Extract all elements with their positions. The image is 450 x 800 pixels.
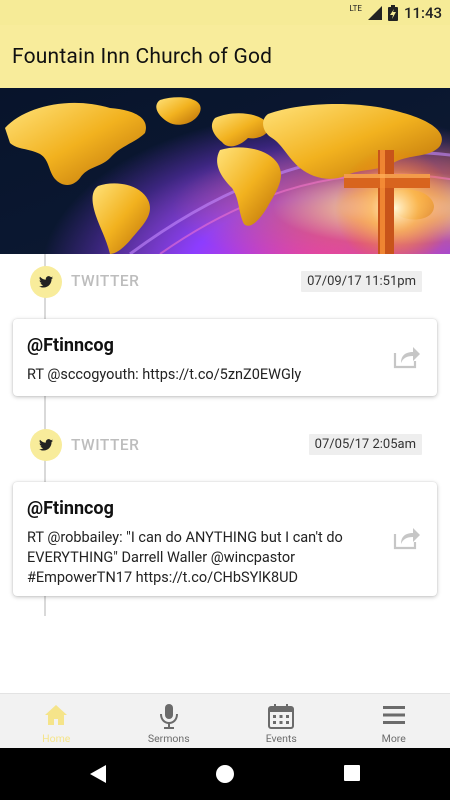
tweet-handle: @Ftinncog	[27, 498, 114, 519]
twitter-icon	[39, 276, 53, 288]
clock: 11:43	[403, 4, 442, 22]
hero-banner	[0, 88, 450, 254]
nav-home-label: Home	[42, 732, 71, 745]
recents-icon[interactable]	[343, 764, 361, 782]
tweet-text: RT @robbailey: "I can do ANYTHING but I …	[27, 529, 343, 586]
nav-events-label: Events	[265, 732, 297, 745]
twitter-badge	[30, 266, 62, 298]
page-title: Fountain Inn Church of God	[12, 45, 273, 69]
tweet-handle: @Ftinncog	[27, 335, 114, 356]
system-navigation-bar	[0, 748, 450, 800]
world-map-cross-image	[5, 97, 450, 254]
home-circle-icon[interactable]	[215, 764, 235, 784]
nav-more-label: More	[381, 732, 406, 745]
tweet-text: RT @sccogyouth: https://t.co/5znZ0EWGly	[27, 366, 302, 383]
calendar-icon	[268, 704, 295, 729]
network-type: LTE	[349, 3, 362, 13]
menu-icon	[382, 706, 405, 724]
twitter-badge	[30, 429, 62, 461]
nav-home[interactable]: Home	[0, 694, 113, 748]
battery-icon	[387, 5, 398, 21]
nav-events[interactable]: Events	[225, 694, 338, 748]
nav-sermons-label: Sermons	[147, 732, 190, 745]
twitter-icon	[39, 439, 53, 451]
feed-date: 07/09/17 11:51pm	[301, 271, 422, 292]
feed-date: 07/05/17 2:05am	[308, 434, 422, 455]
home-icon	[45, 705, 68, 725]
feed-source-label: TWITTER	[71, 436, 140, 454]
signal-icon	[367, 6, 382, 20]
feed-source-label: TWITTER	[71, 272, 140, 290]
tweet-card[interactable]: @Ftinncog RT @robbailey: "I can do ANYTH…	[13, 482, 437, 596]
bottom-navigation: Home Sermons Events More	[0, 693, 450, 748]
tweet-card[interactable]: @Ftinncog RT @sccogyouth: https://t.co/5…	[13, 319, 437, 396]
share-icon[interactable]	[393, 526, 421, 550]
share-icon[interactable]	[393, 345, 421, 369]
nav-more[interactable]: More	[338, 694, 450, 748]
status-bar: LTE 11:43	[0, 0, 450, 25]
back-icon[interactable]	[89, 764, 107, 784]
microphone-icon	[159, 704, 178, 729]
nav-sermons[interactable]: Sermons	[113, 694, 226, 748]
app-bar: Fountain Inn Church of God	[0, 25, 450, 88]
status-icons: LTE 11:43	[349, 3, 442, 23]
